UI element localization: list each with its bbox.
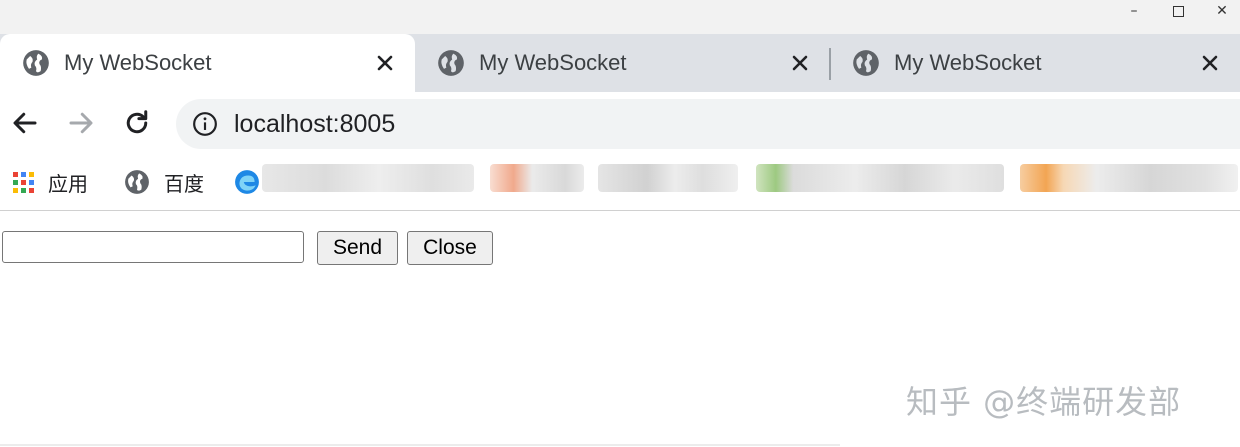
close-icon[interactable] <box>373 51 397 75</box>
globe-icon <box>23 50 49 76</box>
globe-icon <box>438 50 464 76</box>
bookmarks-bar: 应用 百度 <box>0 154 1240 211</box>
tab-strip: My WebSocket My WebSocket My WebSocket <box>0 34 1240 92</box>
page-content: Send Close 知乎 @终端研发部 <box>0 212 1240 447</box>
apps-grid-icon <box>13 171 34 193</box>
bookmark-baidu[interactable]: 百度 <box>124 166 204 198</box>
close-icon[interactable] <box>1198 51 1222 75</box>
blurred-bookmark[interactable] <box>1020 164 1238 192</box>
address-bar[interactable]: localhost:8005 <box>176 99 1240 149</box>
close-icon: ✕ <box>1216 3 1228 19</box>
blurred-bookmark[interactable] <box>756 164 1004 192</box>
minimize-icon: – <box>1130 3 1138 19</box>
close-icon[interactable] <box>788 51 812 75</box>
send-button[interactable]: Send <box>317 231 398 265</box>
tab-title: My WebSocket <box>479 50 627 75</box>
window-close-button[interactable]: ✕ <box>1200 0 1240 22</box>
tab-title: My WebSocket <box>64 50 212 75</box>
info-icon[interactable] <box>192 111 218 137</box>
watermark-text: 知乎 @终端研发部 <box>906 383 1182 421</box>
bookmark-apps[interactable]: 应用 <box>13 166 88 198</box>
bookmark-label: 百度 <box>164 173 204 196</box>
blurred-bookmark[interactable] <box>598 164 738 192</box>
tab-2[interactable]: My WebSocket <box>415 34 830 92</box>
message-input[interactable] <box>2 231 304 263</box>
blurred-bookmark[interactable] <box>490 164 584 192</box>
close-button[interactable]: Close <box>407 231 493 265</box>
reload-icon[interactable] <box>122 108 152 138</box>
window-title-bar: – ✕ <box>0 0 1240 34</box>
bookmark-edge[interactable] <box>234 166 260 198</box>
globe-icon <box>853 50 879 76</box>
minimize-button[interactable]: – <box>1112 0 1156 22</box>
tab-3[interactable]: My WebSocket <box>830 34 1240 92</box>
blurred-bookmark[interactable] <box>262 164 474 192</box>
forward-arrow-icon[interactable] <box>66 108 96 138</box>
edge-icon <box>235 170 259 194</box>
tab-1[interactable]: My WebSocket <box>0 34 415 92</box>
tab-title: My WebSocket <box>894 50 1042 75</box>
url-text: localhost:8005 <box>234 110 396 138</box>
maximize-icon <box>1172 5 1184 17</box>
maximize-button[interactable] <box>1156 0 1200 22</box>
globe-icon <box>125 170 149 194</box>
browser-toolbar: localhost:8005 <box>0 92 1240 154</box>
bookmark-label: 应用 <box>48 173 88 196</box>
back-arrow-icon[interactable] <box>10 108 40 138</box>
divider <box>0 444 840 446</box>
